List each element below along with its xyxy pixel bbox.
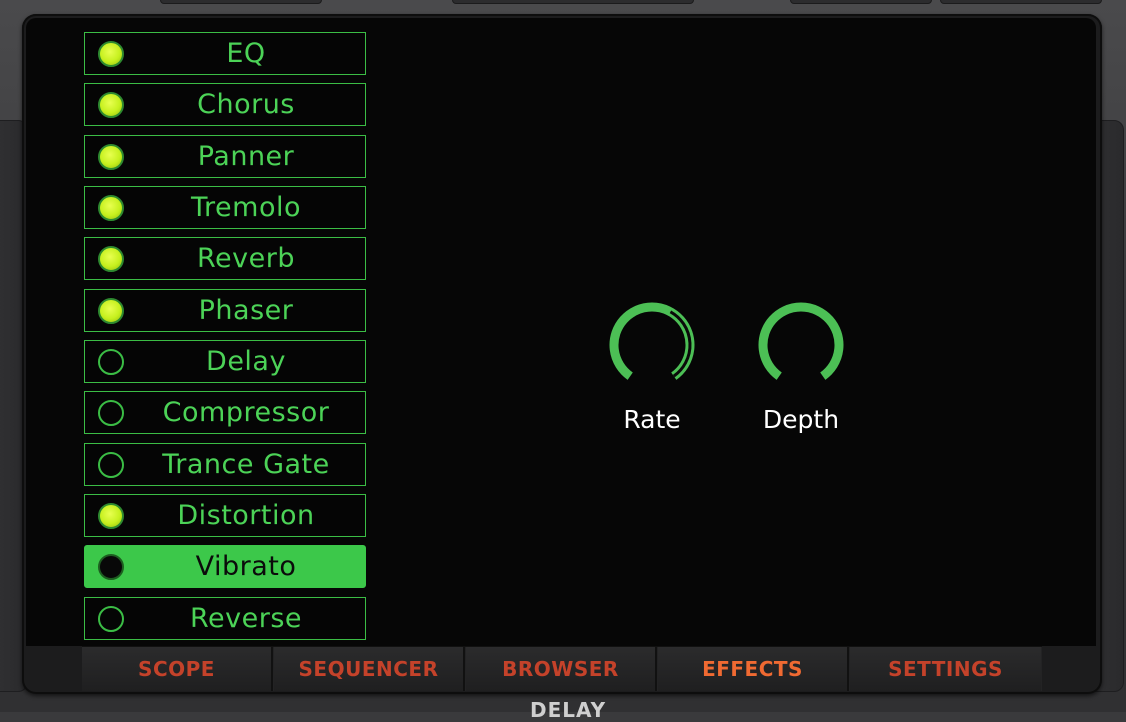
effect-item-compressor[interactable]: Compressor bbox=[84, 391, 366, 434]
section-label: DELAY bbox=[530, 698, 607, 722]
led-indicator[interactable] bbox=[98, 553, 124, 580]
depth-label: Depth bbox=[762, 405, 840, 434]
led-indicator[interactable] bbox=[98, 297, 124, 324]
top-control[interactable] bbox=[940, 0, 1102, 4]
led-indicator[interactable] bbox=[98, 399, 124, 426]
effect-item-tremolo[interactable]: Tremolo bbox=[84, 186, 366, 229]
effect-label: Delay bbox=[206, 346, 286, 377]
led-indicator[interactable] bbox=[98, 348, 124, 375]
led-indicator[interactable] bbox=[98, 40, 124, 67]
knob-track bbox=[758, 302, 844, 380]
top-control[interactable] bbox=[452, 0, 694, 4]
effect-label: Panner bbox=[197, 141, 295, 172]
tab-sequencer[interactable]: SEQUENCER bbox=[274, 647, 465, 691]
effect-label: Distortion bbox=[177, 500, 315, 531]
effect-item-panner[interactable]: Panner bbox=[84, 135, 366, 178]
effect-item-chorus[interactable]: Chorus bbox=[84, 83, 366, 126]
effect-label: Vibrato bbox=[195, 551, 297, 582]
effect-label: Compressor bbox=[162, 397, 330, 428]
effect-label: Trance Gate bbox=[162, 449, 330, 480]
effect-item-delay[interactable]: Delay bbox=[84, 340, 366, 383]
effect-label: Reverb bbox=[197, 243, 295, 274]
top-control[interactable] bbox=[160, 0, 322, 4]
tab-scope[interactable]: SCOPE bbox=[82, 647, 273, 691]
tab-effects[interactable]: EFFECTS bbox=[658, 647, 849, 691]
effect-item-trance-gate[interactable]: Trance Gate bbox=[84, 443, 366, 486]
tab-browser[interactable]: BROWSER bbox=[466, 647, 657, 691]
led-indicator[interactable] bbox=[98, 245, 124, 272]
effect-item-eq[interactable]: EQ bbox=[84, 32, 366, 75]
effect-label: EQ bbox=[226, 38, 266, 69]
depth-knob[interactable] bbox=[753, 299, 849, 389]
effect-item-phaser[interactable]: Phaser bbox=[84, 289, 366, 332]
top-control[interactable] bbox=[790, 0, 932, 4]
led-indicator[interactable] bbox=[98, 502, 124, 529]
tab-bar: SCOPE SEQUENCER BROWSER EFFECTS SETTINGS bbox=[82, 646, 1042, 691]
effect-item-reverb[interactable]: Reverb bbox=[84, 237, 366, 280]
led-indicator[interactable] bbox=[98, 143, 124, 170]
rate-knob[interactable] bbox=[604, 299, 700, 389]
effect-label: Phaser bbox=[198, 295, 294, 326]
led-indicator[interactable] bbox=[98, 451, 124, 478]
effect-item-vibrato[interactable]: Vibrato bbox=[84, 545, 366, 588]
effect-item-distortion[interactable]: Distortion bbox=[84, 494, 366, 537]
effect-item-reverse[interactable]: Reverse bbox=[84, 597, 366, 640]
led-indicator[interactable] bbox=[98, 91, 124, 118]
tab-settings[interactable]: SETTINGS bbox=[850, 647, 1041, 691]
effect-label: Tremolo bbox=[191, 192, 301, 223]
effect-label: Reverse bbox=[189, 603, 303, 634]
led-indicator[interactable] bbox=[98, 194, 124, 221]
led-indicator[interactable] bbox=[98, 605, 124, 632]
rate-label: Rate bbox=[623, 405, 681, 434]
effect-label: Chorus bbox=[197, 89, 295, 120]
